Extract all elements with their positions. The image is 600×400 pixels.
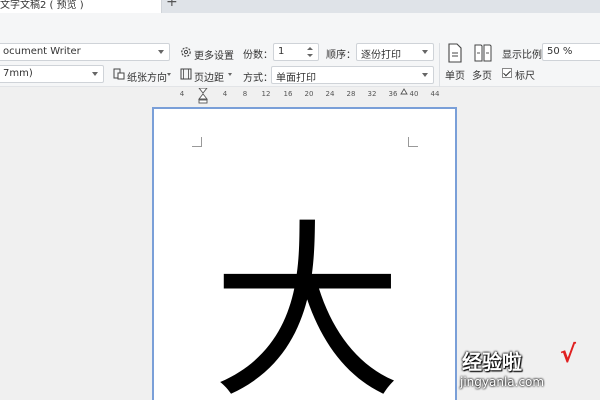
chevron-down-icon [228, 73, 232, 76]
watermark-text: 经验啦 [462, 350, 522, 374]
single-page-icon [448, 43, 462, 63]
margins-icon [180, 68, 192, 80]
ruler-tick-label: 8 [242, 90, 248, 98]
ruler-tick-label: 24 [325, 90, 335, 98]
tab-strip: 文字文稿2 ( 预览 ) + [0, 0, 600, 13]
ruler-tick-label: 32 [367, 90, 377, 98]
multi-page-view-button[interactable]: 多页 [468, 43, 496, 85]
tab-title: 文字文稿2 ( 预览 ) [0, 0, 84, 11]
gear-icon [181, 47, 191, 57]
ruler-tick-label: 44 [430, 90, 440, 98]
ruler-checkbox-label: 标尺 [515, 71, 535, 82]
crop-mark-top-right [408, 137, 418, 147]
ruler-tick-label: 4 [222, 90, 228, 98]
page-margins-label: 页边距 [194, 73, 224, 84]
ruler-tick-label: 36 [388, 90, 398, 98]
document-page-preview: 大 [152, 107, 457, 400]
watermark-url: jingyanla.com [460, 375, 545, 389]
indent-marker-icon[interactable] [198, 88, 208, 104]
multi-page-label: 多页 [472, 71, 492, 82]
horizontal-ruler: 4 4 8 12 16 20 24 28 32 36 40 44 [0, 87, 600, 104]
single-page-view-button[interactable]: 单页 [441, 43, 469, 85]
more-settings-label: 更多设置 [194, 51, 234, 62]
ruler-tick-label: 4 [179, 90, 185, 98]
print-order-select[interactable]: 逐份打印 [356, 43, 434, 61]
zoom-value: 50 % [547, 46, 573, 57]
new-tab-plus-icon[interactable]: + [166, 0, 178, 9]
ruler-tick-label: 16 [283, 90, 293, 98]
mode-label: 方式： [243, 73, 273, 84]
printer-select[interactable]: ocument Writer [0, 43, 170, 61]
print-order-value: 逐份打印 [361, 50, 401, 61]
printer-select-value: ocument Writer [3, 46, 81, 57]
copies-label: 份数： [243, 50, 273, 61]
chevron-down-icon [158, 50, 164, 54]
ruler-checkbox[interactable] [502, 68, 512, 78]
chevron-down-icon [422, 50, 428, 54]
chevron-down-icon [92, 72, 98, 76]
print-preview-toolbar: ocument Writer 7mm) 更多设置 纸张方向 页边距 份数： 1 … [0, 13, 600, 89]
decrement-icon[interactable] [307, 54, 313, 57]
ruler-tick-label: 40 [409, 90, 419, 98]
chevron-down-icon [422, 73, 428, 77]
chevron-down-icon [167, 73, 171, 76]
orientation-icon [113, 68, 125, 80]
paper-orientation-button[interactable]: 纸张方向 [113, 66, 173, 84]
zoom-label: 显示比例 [502, 50, 542, 61]
single-page-label: 单页 [445, 71, 465, 82]
order-label: 顺序： [326, 50, 356, 61]
paper-size-value: 7mm) [3, 68, 33, 79]
print-mode-select[interactable]: 单面打印 [271, 66, 434, 84]
page-margins-button[interactable]: 页边距 [180, 66, 234, 84]
copies-value: 1 [278, 46, 285, 57]
zoom-select[interactable]: 50 % [542, 43, 600, 61]
crop-mark-top-left [192, 137, 202, 147]
more-settings-button[interactable]: 更多设置 [180, 44, 236, 62]
paper-size-select[interactable]: 7mm) [0, 65, 104, 83]
print-mode-value: 单面打印 [276, 73, 316, 84]
ruler-tick-label: 28 [346, 90, 356, 98]
toolbar-divider [439, 43, 440, 89]
tab-document-preview[interactable]: 文字文稿2 ( 预览 ) [0, 0, 162, 13]
multi-page-icon [474, 44, 492, 62]
watermark-check-icon: √ [560, 340, 577, 368]
document-character: 大 [212, 203, 403, 400]
ruler-tick-label: 12 [261, 90, 271, 98]
copies-stepper[interactable]: 1 [273, 43, 319, 61]
ruler-tick-label: 20 [304, 90, 314, 98]
paper-orientation-label: 纸张方向 [127, 73, 167, 84]
increment-icon[interactable] [307, 47, 313, 50]
